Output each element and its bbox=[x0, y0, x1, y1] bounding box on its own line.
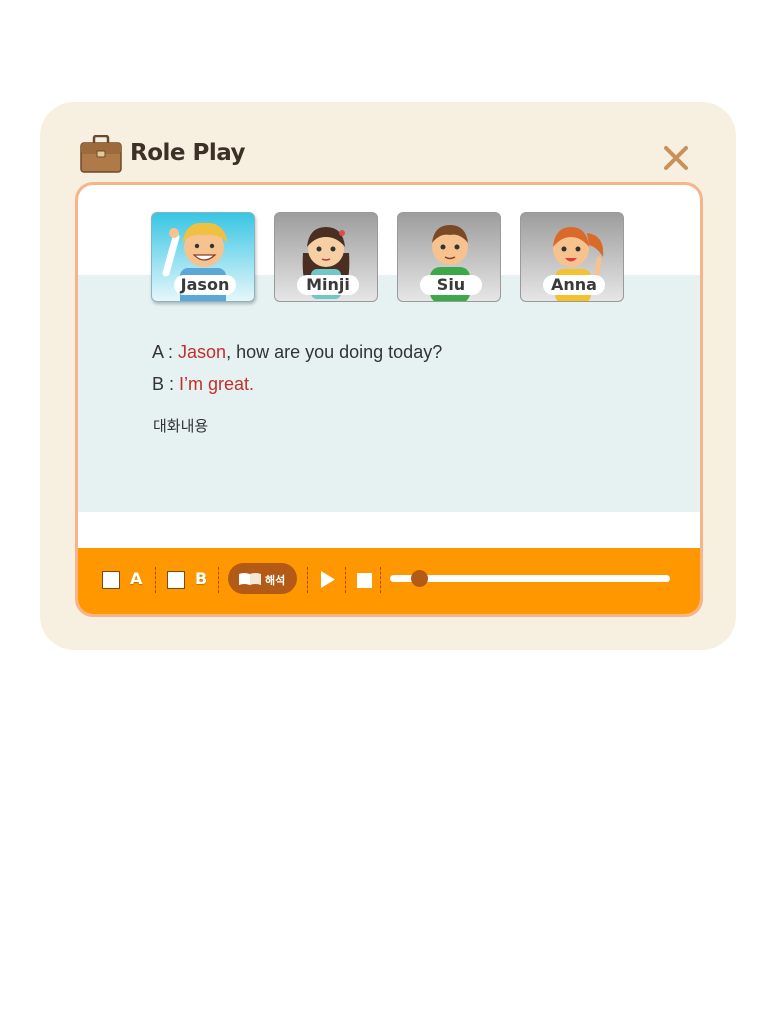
highlight-a: Jason bbox=[178, 342, 227, 362]
window-title: Role Play bbox=[130, 140, 246, 166]
divider bbox=[307, 567, 308, 593]
speaker-a: A : bbox=[152, 342, 179, 362]
control-bar: A B 해석 bbox=[78, 548, 700, 614]
character-card-jason[interactable]: Jason bbox=[151, 212, 255, 302]
progress-track[interactable] bbox=[390, 575, 670, 582]
divider bbox=[345, 567, 346, 593]
character-name: Siu bbox=[420, 275, 482, 295]
translation-text: 대화내용 bbox=[153, 417, 209, 435]
checkbox-a-label: A bbox=[130, 569, 143, 588]
book-icon bbox=[239, 573, 261, 585]
stop-icon[interactable] bbox=[357, 573, 372, 588]
character-name: Anna bbox=[543, 275, 605, 295]
checkbox-a[interactable] bbox=[102, 571, 120, 589]
translate-label: 해석 bbox=[265, 574, 286, 587]
translate-button[interactable]: 해석 bbox=[228, 563, 297, 594]
dialog-line-a: A : Jason, how are you doing today? bbox=[152, 340, 442, 372]
character-name: Jason bbox=[174, 275, 236, 295]
speaker-b: B : bbox=[152, 374, 180, 394]
text-a: , how are you doing today? bbox=[226, 342, 443, 362]
divider bbox=[218, 567, 219, 593]
role-play-panel: Role Play Jason Minji Siu Anna A: Jason… bbox=[40, 102, 736, 650]
checkbox-b-label: B bbox=[195, 569, 208, 588]
divider bbox=[155, 567, 156, 593]
divider bbox=[380, 567, 381, 593]
highlight-b: I’m great bbox=[179, 374, 250, 394]
role-play-content: Jason Minji Siu Anna A: Jason, how are … bbox=[75, 182, 703, 617]
text-b: . bbox=[249, 374, 255, 394]
close-icon[interactable] bbox=[660, 142, 692, 174]
briefcase-icon bbox=[80, 135, 122, 173]
character-name: Minji bbox=[297, 275, 359, 295]
character-card-anna[interactable]: Anna bbox=[520, 212, 624, 302]
character-card-siu[interactable]: Siu bbox=[397, 212, 501, 302]
play-icon[interactable] bbox=[321, 571, 335, 588]
dialog-text: A : Jason, how are you doing today? B : … bbox=[152, 340, 442, 404]
character-card-minji[interactable]: Minji bbox=[274, 212, 378, 302]
dialog-line-b: B : I’m great. bbox=[152, 372, 442, 404]
progress-knob[interactable] bbox=[411, 570, 428, 587]
checkbox-b[interactable] bbox=[167, 571, 185, 589]
